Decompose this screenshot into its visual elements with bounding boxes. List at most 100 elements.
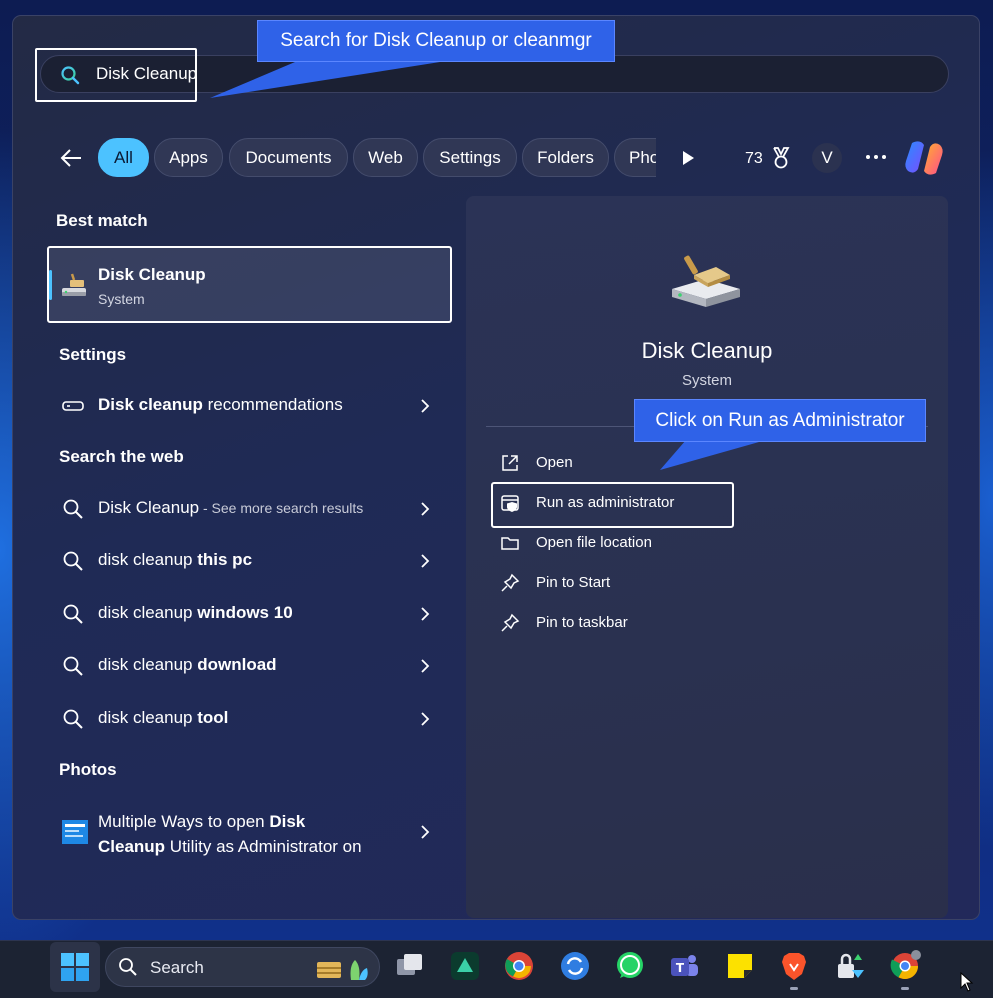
action-run-as-administrator[interactable]: Run as administrator — [498, 488, 728, 518]
web-heading: Search the web — [59, 447, 184, 466]
web-result-label: disk cleanup download — [98, 655, 277, 675]
web-result-hint: - See more search results — [199, 500, 364, 516]
copilot-icon[interactable] — [904, 139, 944, 177]
chevron-right-icon — [420, 711, 430, 727]
web-result-text: disk cleanup — [98, 655, 198, 674]
photo-thumbnail-icon — [62, 820, 88, 844]
web-result-4[interactable]: disk cleanup download — [48, 643, 448, 687]
callout-pointer — [210, 62, 440, 98]
web-result-label: Disk Cleanup - See more search results — [98, 498, 363, 518]
photo-result-label: Multiple Ways to open Disk Cleanup Utili… — [98, 809, 408, 859]
action-open-file-location[interactable]: Open file location — [498, 528, 728, 558]
drive-icon — [62, 395, 84, 417]
web-result-1[interactable]: Disk Cleanup - See more search results — [48, 486, 448, 530]
web-result-label: disk cleanup windows 10 — [98, 603, 293, 623]
filter-settings[interactable]: Settings — [423, 138, 517, 177]
search-icon — [60, 65, 80, 85]
web-result-bold: tool — [197, 708, 229, 727]
task-view-icon[interactable] — [394, 950, 426, 982]
filter-web[interactable]: Web — [353, 138, 418, 177]
rewards-points: 73 — [745, 150, 763, 167]
mouse-cursor-icon — [960, 971, 974, 992]
chevron-right-icon — [420, 553, 430, 569]
action-pin-to-start[interactable]: Pin to Start — [498, 568, 728, 598]
web-result-label: disk cleanup tool — [98, 708, 228, 728]
web-result-3[interactable]: disk cleanup windows 10 — [48, 591, 448, 635]
avatar[interactable]: V — [812, 143, 842, 173]
web-result-text: Disk Cleanup — [98, 498, 200, 517]
rewards-medal-icon[interactable] — [770, 146, 792, 170]
shield-icon — [500, 493, 520, 513]
filter-folders[interactable]: Folders — [522, 138, 609, 177]
chevron-right-icon — [420, 501, 430, 517]
web-result-bold: this pc — [197, 550, 253, 569]
search-icon — [62, 655, 84, 677]
best-match-title: Disk Cleanup — [98, 265, 206, 284]
whatsapp-icon[interactable] — [614, 950, 646, 982]
photo-result[interactable]: Multiple Ways to open Disk Cleanup Utili… — [48, 802, 448, 862]
settings-result-rest: recommendations — [202, 395, 343, 414]
filter-documents[interactable]: Documents — [229, 138, 348, 177]
search-icon — [62, 550, 84, 572]
filter-photos[interactable]: Pho — [614, 138, 656, 177]
search-icon — [62, 708, 84, 730]
action-label: Pin to taskbar — [536, 614, 628, 631]
web-result-text: disk cleanup — [98, 550, 198, 569]
best-match-heading: Best match — [56, 211, 148, 230]
brave-icon[interactable] — [778, 950, 810, 982]
filter-apps[interactable]: Apps — [154, 138, 223, 177]
open-external-icon — [500, 453, 520, 473]
disk-cleanup-large-icon — [670, 253, 742, 309]
action-open[interactable]: Open — [498, 448, 728, 478]
action-label: Run as administrator — [536, 494, 675, 511]
teams-icon[interactable]: T — [668, 950, 700, 982]
pin-icon — [500, 613, 520, 633]
text-caret — [196, 63, 197, 85]
preview-subtitle: System — [681, 372, 732, 389]
back-arrow-icon — [60, 149, 81, 167]
chevron-right-icon — [420, 658, 430, 674]
back-button[interactable] — [56, 144, 86, 172]
action-label: Open — [536, 454, 573, 471]
chrome-profile-icon[interactable] — [889, 950, 921, 982]
more-options-icon[interactable] — [864, 150, 888, 164]
folder-icon — [500, 533, 520, 553]
photo-text-part: Multiple Ways to open — [98, 812, 270, 831]
web-result-bold: download — [197, 655, 277, 674]
search-input[interactable]: Disk Cleanup — [96, 64, 197, 84]
running-indicator — [901, 987, 909, 990]
preview-title: Disk Cleanup — [641, 338, 773, 363]
play-icon — [683, 151, 694, 165]
start-button[interactable] — [50, 942, 100, 992]
web-result-text: disk cleanup — [98, 603, 198, 622]
settings-result-disk-cleanup[interactable]: Disk cleanup recommendations — [48, 383, 448, 427]
photo-text-part: Utility as Administrator on — [165, 837, 362, 856]
security-lock-app-icon[interactable] — [834, 950, 866, 982]
web-result-2[interactable]: disk cleanup this pc — [48, 538, 448, 582]
action-label: Open file location — [536, 534, 652, 551]
web-result-text: disk cleanup — [98, 708, 198, 727]
filter-all[interactable]: All — [98, 138, 149, 177]
best-match-subtitle: System — [98, 291, 145, 307]
settings-result-bold: Disk cleanup — [98, 395, 203, 414]
chrome-icon[interactable] — [503, 950, 535, 982]
settings-heading: Settings — [59, 345, 127, 364]
chevron-right-icon — [420, 606, 430, 622]
scroll-filters-button[interactable] — [678, 148, 698, 168]
svg-text:T: T — [676, 961, 685, 975]
action-pin-to-taskbar[interactable]: Pin to taskbar — [498, 608, 728, 638]
sticky-notes-icon[interactable] — [724, 950, 756, 982]
web-result-5[interactable]: disk cleanup tool — [48, 696, 448, 740]
admin-callout: Click on Run as Administrator — [634, 399, 926, 442]
filmora-icon[interactable] — [449, 950, 481, 982]
settings-result-label: Disk cleanup recommendations — [98, 395, 343, 415]
search-highlight-art-icon — [315, 952, 371, 982]
pin-icon — [500, 573, 520, 593]
windows-logo-icon — [61, 953, 89, 981]
chevron-right-icon — [420, 824, 430, 845]
selection-indicator — [49, 270, 52, 300]
search-icon — [62, 603, 84, 625]
photo-text-bold: Cleanup — [98, 837, 166, 856]
sync-app-icon[interactable] — [559, 950, 591, 982]
taskbar-search-label: Search — [150, 958, 204, 977]
